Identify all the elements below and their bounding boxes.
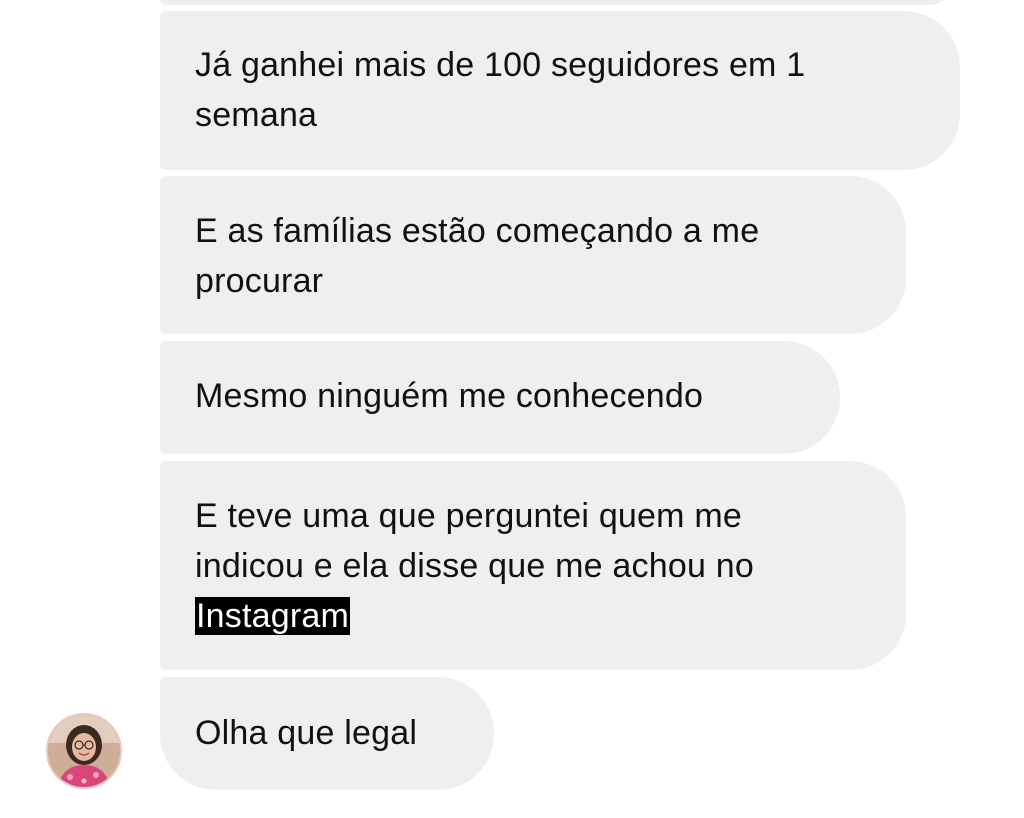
message-text: Olha que legal	[195, 714, 418, 752]
message-text: Mesmo ninguém me conhecendo	[195, 377, 704, 415]
selected-text-highlight[interactable]: Instagram	[195, 597, 350, 635]
message-text: indicou e ela disse que me achou no	[195, 547, 754, 585]
message-bubble[interactable]: E as famílias estão começando a me procu…	[160, 176, 906, 334]
message-text: Já ganhei mais de 100 seguidores em 1	[195, 46, 806, 84]
message-text: procurar	[195, 262, 324, 300]
message-bubble[interactable]: Olha que legal	[160, 677, 494, 790]
message-text: E teve uma que perguntei quem me	[195, 497, 742, 535]
chat-thread: Já ganhei mais de 100 seguidores em 1 se…	[0, 0, 1024, 818]
avatar-portrait-icon	[48, 715, 120, 787]
profile-photo-avatar[interactable]	[46, 713, 122, 789]
message-bubble[interactable]: Já ganhei mais de 100 seguidores em 1 se…	[160, 11, 960, 170]
previous-message-bubble[interactable]	[160, 0, 950, 5]
message-text: E as famílias estão começando a me	[195, 212, 760, 250]
message-bubble[interactable]: Mesmo ninguém me conhecendo	[160, 341, 840, 454]
message-bubble[interactable]: E teve uma que perguntei quem me indicou…	[160, 461, 906, 670]
message-text-highlighted-line: Instagram	[195, 591, 870, 641]
message-text: semana	[195, 96, 318, 134]
